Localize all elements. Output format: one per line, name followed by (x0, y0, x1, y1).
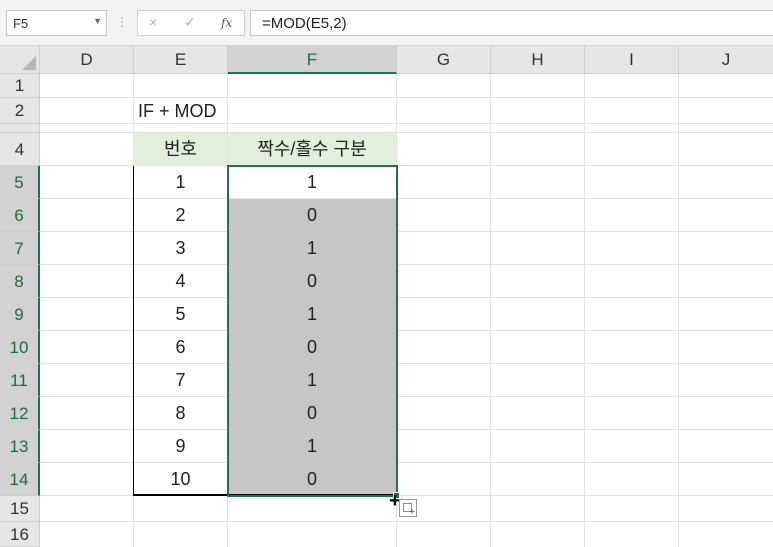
row-header-3[interactable] (0, 124, 40, 133)
auto-fill-options-icon[interactable] (399, 499, 417, 518)
table-cell-number[interactable]: 5 (134, 298, 227, 330)
formula-input[interactable]: =MOD(E5,2) (250, 10, 773, 36)
column-header-i[interactable]: I (585, 46, 679, 74)
spreadsheet-grid[interactable]: D E F G H I J 1 2 4 5 6 7 8 9 10 11 12 1… (0, 46, 773, 547)
row-header-9[interactable]: 9 (0, 298, 40, 331)
table-border-left (133, 166, 134, 496)
select-all-button[interactable] (0, 46, 40, 74)
insert-function-icon[interactable]: fx (221, 16, 232, 30)
chevron-down-icon[interactable]: ▼ (93, 16, 102, 26)
gridline (678, 74, 679, 547)
formula-text: =MOD(E5,2) (262, 15, 347, 32)
row-header-5[interactable]: 5 (0, 166, 40, 199)
column-header-h[interactable]: H (491, 46, 585, 74)
column-header-f[interactable]: F (228, 46, 397, 74)
row-header-1[interactable]: 1 (0, 74, 40, 98)
column-header-j[interactable]: J (679, 46, 773, 74)
table-cell-number[interactable]: 6 (134, 331, 227, 363)
name-box-value: F5 (13, 16, 29, 31)
table-header-number[interactable]: 번호 (134, 133, 227, 165)
table-cell-number[interactable]: 7 (134, 364, 227, 396)
row-header-4[interactable]: 4 (0, 133, 40, 166)
row-header-10[interactable]: 10 (0, 331, 40, 364)
selection-range (227, 165, 398, 497)
formula-buttons: × ✓ fx (137, 10, 245, 36)
formula-bar: F5 ▼ ⋮ × ✓ fx =MOD(E5,2) (0, 0, 773, 46)
enter-icon[interactable]: ✓ (184, 14, 196, 31)
cancel-icon[interactable]: × (149, 14, 157, 30)
gridline (40, 521, 773, 522)
gridline (490, 74, 491, 547)
row-header-11[interactable]: 11 (0, 364, 40, 397)
more-options-icon[interactable]: ⋮ (116, 12, 128, 32)
table-cell-number[interactable]: 10 (134, 463, 227, 495)
name-box[interactable]: F5 ▼ (6, 10, 107, 36)
row-header-16[interactable]: 16 (0, 522, 40, 547)
column-header-g[interactable]: G (397, 46, 491, 74)
gridline (40, 123, 773, 124)
cell-e2[interactable]: IF + MOD (134, 98, 304, 123)
row-header-8[interactable]: 8 (0, 265, 40, 298)
row-header-6[interactable]: 6 (0, 199, 40, 232)
table-header-parity[interactable]: 짝수/홀수 구분 (228, 133, 396, 165)
row-header-7[interactable]: 7 (0, 232, 40, 265)
gridline (584, 74, 585, 547)
table-cell-number[interactable]: 4 (134, 265, 227, 297)
row-header-12[interactable]: 12 (0, 397, 40, 430)
table-cell-number[interactable]: 9 (134, 430, 227, 462)
table-cell-number[interactable]: 3 (134, 232, 227, 264)
row-header-2[interactable]: 2 (0, 98, 40, 124)
column-header-e[interactable]: E (134, 46, 228, 74)
row-header-14[interactable]: 14 (0, 463, 40, 496)
table-cell-number[interactable]: 8 (134, 397, 227, 429)
table-cell-number[interactable]: 2 (134, 199, 227, 231)
row-header-13[interactable]: 13 (0, 430, 40, 463)
row-header-15[interactable]: 15 (0, 496, 40, 522)
column-header-d[interactable]: D (40, 46, 134, 74)
table-cell-number[interactable]: 1 (134, 166, 227, 198)
